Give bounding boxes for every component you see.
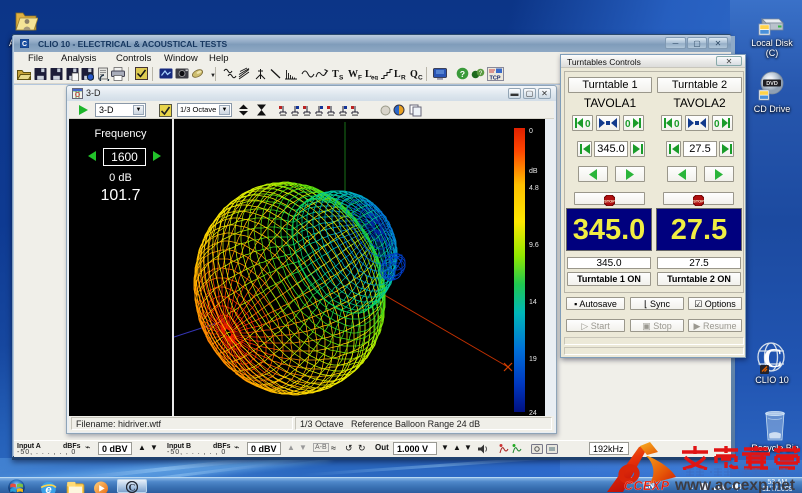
svg-text:STOP: STOP [604,199,615,204]
svg-text:19: 19 [529,356,537,363]
svg-text:S: S [339,75,344,81]
svg-text:14: 14 [529,299,537,306]
svg-text:W: W [348,69,358,80]
svg-text:eq: eq [371,76,378,81]
svg-text:TCP: TCP [490,76,501,82]
svg-text:0: 0 [585,119,591,130]
svg-text:Q: Q [410,69,418,80]
svg-text:0: 0 [529,128,533,135]
svg-text:C: C [418,75,423,81]
svg-text:L: L [394,69,401,80]
svg-text:0: 0 [714,119,720,130]
svg-text:4.8: 4.8 [529,185,539,192]
svg-text:dB: dB [529,168,538,175]
svg-text:0: 0 [625,119,631,130]
svg-text:?: ? [460,69,465,79]
svg-text:R: R [401,75,406,81]
svg-text:DVD: DVD [766,81,778,87]
svg-text:C: C [129,484,136,493]
svg-text:T: T [332,69,339,80]
svg-text:F: F [358,75,362,81]
svg-text:C: C [22,41,27,48]
svg-text:STOP: STOP [693,199,704,204]
svg-text:24: 24 [529,410,537,415]
svg-text:9.6: 9.6 [529,242,539,249]
svg-text:0: 0 [674,119,680,130]
